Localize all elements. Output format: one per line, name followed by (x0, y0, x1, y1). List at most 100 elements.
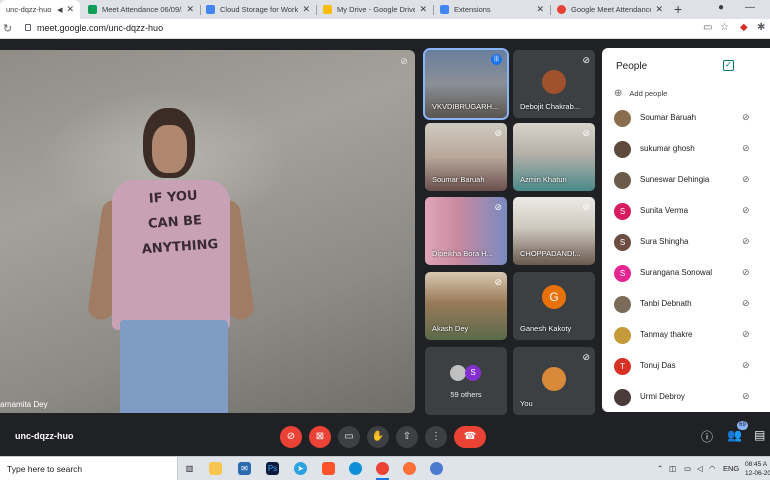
shirt-line: ANYTHING (141, 237, 219, 258)
camera-icon: ◀ (57, 6, 63, 14)
captions-button[interactable]: ▭ (338, 426, 360, 448)
participant-row[interactable]: sukumar ghosh ⊘ (602, 134, 770, 165)
mic-off-icon: ⊘ (742, 267, 750, 277)
network-icon[interactable]: ◫ (669, 464, 676, 473)
tab-meet-attendance-ext[interactable]: Google Meet Attendance T... ✕ (551, 0, 669, 19)
photoshop-icon[interactable]: Ps (266, 462, 279, 475)
tile-name: CHOPPADANDI... (520, 249, 581, 258)
participant-tile[interactable]: ⊘ Akash Dey (425, 272, 507, 340)
wifi-icon[interactable]: ◠ (709, 464, 716, 473)
present-button[interactable]: ⇧ (396, 426, 418, 448)
avatar (614, 110, 631, 127)
mic-off-icon: ⊘ (742, 236, 750, 246)
volume-icon[interactable]: ◁ (697, 464, 703, 473)
close-tab-icon[interactable]: ✕ (66, 4, 74, 15)
close-tab-icon[interactable]: ✕ (186, 4, 194, 15)
add-people-button[interactable]: ⊕ Add people (614, 88, 667, 99)
tab-title: Google Meet Attendance T... (571, 5, 652, 14)
participant-row[interactable]: Suneswar Dehingia ⊘ (602, 165, 770, 196)
avatar (450, 365, 466, 381)
tab-meet[interactable]: unc-dqzz-huo ◀ ✕ (0, 0, 80, 19)
app-icon[interactable] (430, 462, 443, 475)
participant-row[interactable]: S Sunita Verma ⊘ (602, 196, 770, 227)
brave-browser-icon[interactable] (322, 462, 335, 475)
file-explorer-icon[interactable] (209, 462, 222, 475)
close-tab-icon[interactable]: ✕ (419, 4, 427, 15)
tab-extensions[interactable]: Extensions ✕ (434, 0, 550, 19)
self-tile[interactable]: ⊘ You (513, 347, 595, 415)
avatar: S (614, 234, 631, 251)
participant-name: Tanmay thakre (640, 330, 693, 339)
participant-tile[interactable]: ⊘ Soumar Baruah (425, 123, 507, 191)
mic-off-icon: ⊘ (582, 202, 590, 212)
participant-tile[interactable]: ⊘ Debojit Chakrab... (513, 50, 595, 118)
people-panel-title: People (616, 61, 648, 72)
participant-row[interactable]: Tanbi Debnath ⊘ (602, 289, 770, 320)
participant-row[interactable]: Urmi Debroy ⊘ (602, 382, 770, 413)
url-field[interactable]: meet.google.com/unc-dqzz-huo (37, 23, 163, 33)
profile-icon[interactable]: ● (718, 2, 724, 13)
leave-call-button[interactable]: ☎ (454, 426, 486, 448)
tab-title: Meet Attendance 06/09/20... (102, 5, 182, 14)
participant-row[interactable]: T Tonuj Das ⊘ (602, 351, 770, 382)
participant-name: Surangana Sonowal (640, 268, 713, 277)
tab-title: unc-dqzz-huo (6, 5, 52, 14)
tab-meet-attendance[interactable]: Meet Attendance 06/09/20... ✕ (82, 0, 200, 19)
system-clock[interactable]: 08:45 A 12-06-20 (745, 460, 770, 478)
reload-icon[interactable]: ↻ (3, 22, 12, 35)
task-view-icon[interactable]: ▥ (183, 462, 196, 475)
participant-tile[interactable]: ||| VKVDIBRUGARH... (423, 48, 509, 120)
firefox-browser-icon[interactable] (403, 462, 416, 475)
participant-tile[interactable]: ⊘ Dipeikha Bora H... (425, 197, 507, 265)
people-icon[interactable]: 👥 (727, 428, 742, 442)
participant-name: Tonuj Das (640, 361, 676, 370)
tab-my-drive[interactable]: My Drive - Google Drive ✕ (317, 0, 433, 19)
attendance-checkbox-icon[interactable]: ✓ (723, 60, 734, 71)
others-tile[interactable]: S 59 others (425, 347, 507, 415)
extension-shield-icon[interactable]: ◆ (740, 22, 748, 33)
avatar (614, 141, 631, 158)
more-options-button[interactable]: ⋮ (425, 426, 447, 448)
telegram-icon[interactable]: ➤ (294, 462, 307, 475)
tile-name: Akash Dey (432, 324, 469, 333)
camera-toggle-button[interactable]: ⊠ (309, 426, 331, 448)
chat-icon[interactable]: ▤ (754, 428, 765, 442)
mail-icon[interactable]: ✉ (238, 462, 251, 475)
participant-tile[interactable]: ⊘ Azmin Khatun (513, 123, 595, 191)
new-tab-button[interactable]: + (674, 1, 682, 17)
tab-cloud-storage[interactable]: Cloud Storage for Work and ✕ (200, 0, 316, 19)
sheets-icon (88, 5, 97, 14)
mic-off-icon: ⊘ (742, 112, 750, 122)
edge-browser-icon[interactable] (349, 462, 362, 475)
mic-off-icon: ⊘ (742, 205, 750, 215)
avatar: S (614, 265, 631, 282)
mic-off-icon: ⊘ (742, 329, 750, 339)
participant-row[interactable]: S Sura Shingha ⊘ (602, 227, 770, 258)
raise-hand-button[interactable]: ✋ (367, 426, 389, 448)
participant-row[interactable]: Tanmay thakre ⊘ (602, 320, 770, 351)
lock-icon[interactable] (25, 24, 31, 31)
language-indicator[interactable]: ENG (723, 464, 739, 473)
close-tab-icon[interactable]: ✕ (302, 4, 310, 15)
close-tab-icon[interactable]: ✕ (536, 4, 544, 15)
close-tab-icon[interactable]: ✕ (655, 4, 663, 15)
camera-in-use-icon[interactable]: ▭ (703, 22, 712, 33)
mic-off-icon: ⊘ (400, 56, 408, 66)
chrome-browser-icon[interactable] (376, 462, 389, 480)
show-hidden-icons-icon[interactable]: ⌃ (657, 464, 663, 473)
battery-icon[interactable]: ▭ (684, 464, 691, 473)
participant-row[interactable]: Soumar Baruah ⊘ (602, 103, 770, 134)
extensions-icon[interactable]: ✱ (757, 22, 765, 33)
participant-tile[interactable]: ⊘ CHOPPADANDI... (513, 197, 595, 265)
avatar (614, 172, 631, 189)
participant-row[interactable]: S Surangana Sonowal ⊘ (602, 258, 770, 289)
meeting-details-icon[interactable]: ⓘ (701, 428, 713, 445)
participant-tile[interactable]: G Ganesh Kakoty (513, 272, 595, 340)
tab-title: My Drive - Google Drive (337, 5, 416, 14)
bookmark-star-icon[interactable]: ☆ (720, 22, 729, 33)
taskbar-search[interactable]: Type here to search (0, 457, 178, 480)
main-video[interactable]: IF YOU CAN BE ANYTHING ⊘ arnamita Dey (0, 50, 415, 413)
mic-toggle-button[interactable]: ⊘ (280, 426, 302, 448)
participant-name: Suneswar Dehingia (640, 175, 710, 184)
minimize-icon[interactable]: — (745, 2, 755, 13)
